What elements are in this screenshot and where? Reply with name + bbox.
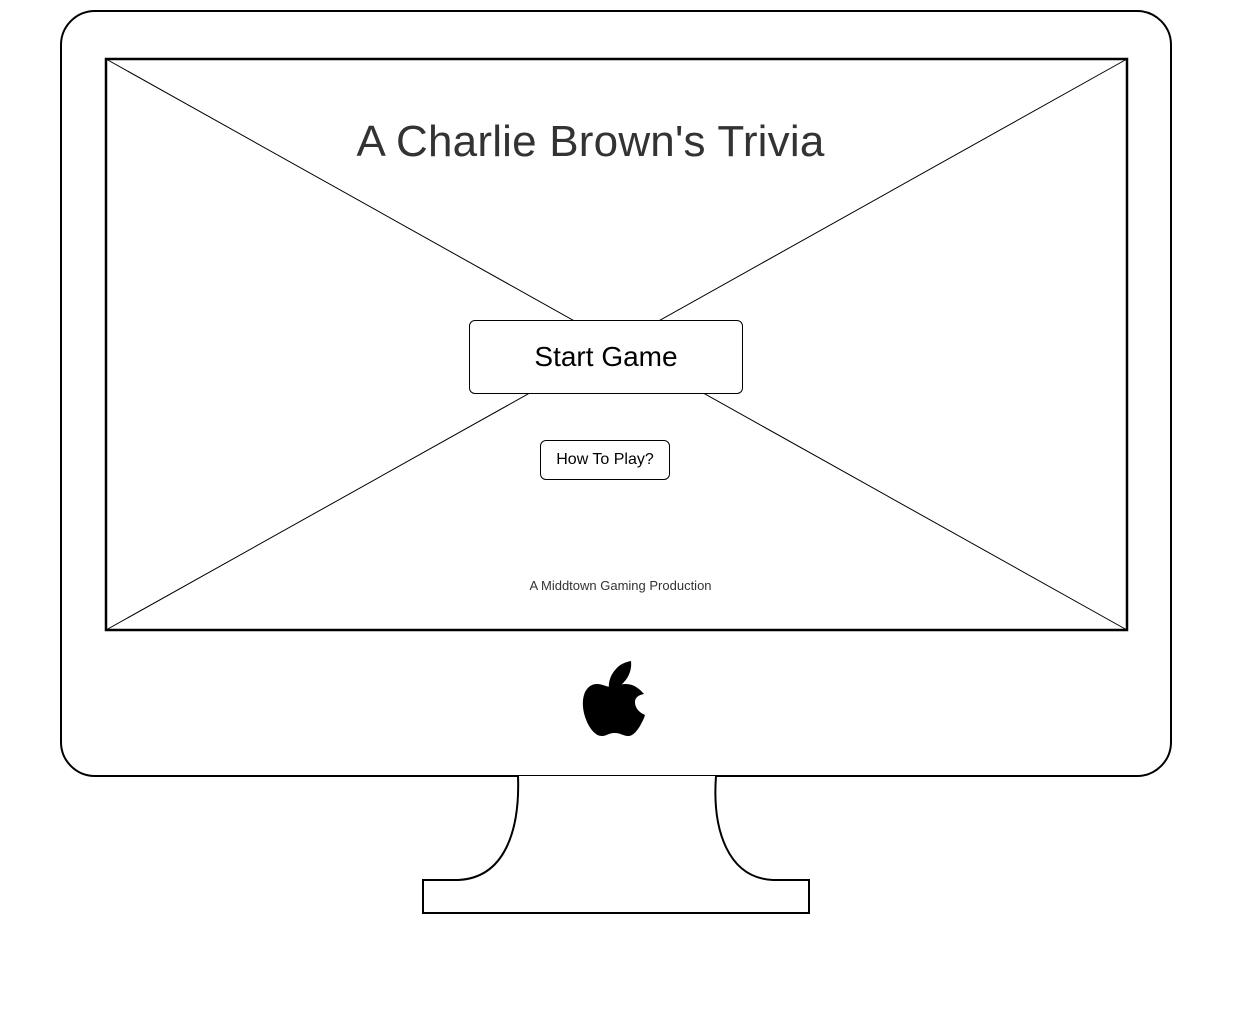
how-to-play-button[interactable]: How To Play? xyxy=(540,440,670,480)
start-game-button[interactable]: Start Game xyxy=(469,320,743,394)
page-title: A Charlie Brown's Trivia xyxy=(356,117,825,166)
monitor-stand-neck xyxy=(422,775,810,914)
footer-credit: A Middtown Gaming Production xyxy=(529,578,712,593)
app-screen: A Charlie Brown's Trivia Start Game How … xyxy=(106,59,1127,630)
